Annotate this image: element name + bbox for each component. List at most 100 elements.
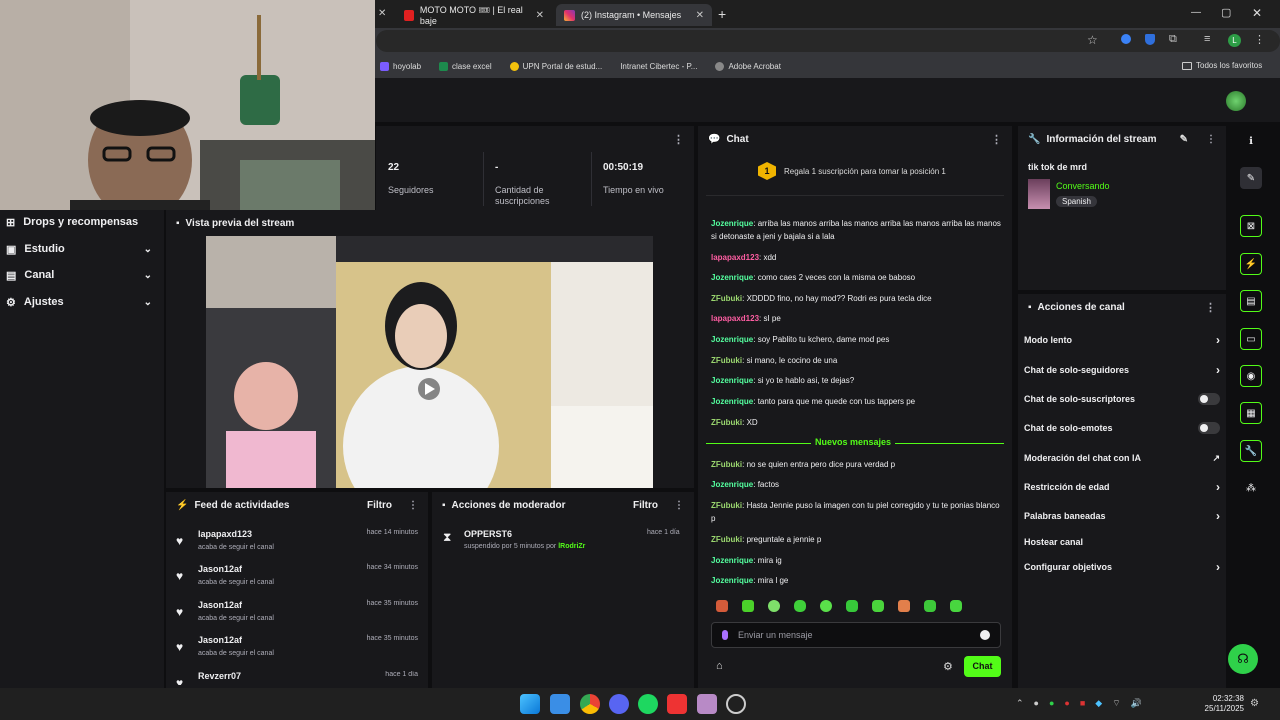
chat-menu-icon[interactable]: ⋮: [991, 133, 1002, 146]
emote-icon[interactable]: [846, 600, 858, 612]
action-emotes-only[interactable]: Chat de solo-emotes: [1024, 419, 1220, 437]
broadcast-icon[interactable]: ◉: [1240, 365, 1262, 387]
wifi-icon[interactable]: ⌔: [1112, 698, 1120, 710]
feed-item[interactable]: ♥ Jason12af acaba de seguir el canal hac…: [172, 600, 422, 634]
feed-menu-icon[interactable]: ⋮: [408, 500, 418, 511]
bookmark-upn[interactable]: UPN Portal de estud...: [509, 61, 602, 71]
discord-icon[interactable]: [609, 694, 629, 714]
chat-bubble-icon[interactable]: ▭: [1240, 328, 1262, 350]
chat-user[interactable]: Jozenrique: [711, 376, 753, 385]
stream-video[interactable]: [206, 236, 653, 488]
tab-instagram[interactable]: (2) Instagram • Mensajes ✕: [556, 4, 712, 26]
mod-menu-icon[interactable]: ⋮: [674, 500, 684, 511]
bookmark-clase-excel[interactable]: clase excel: [439, 61, 492, 71]
star-bookmark-icon[interactable]: ☆: [1087, 33, 1098, 47]
spotify-icon[interactable]: [638, 694, 658, 714]
file-explorer-icon[interactable]: [550, 694, 570, 714]
app-icon[interactable]: [697, 694, 717, 714]
media-icon[interactable]: ≡: [1204, 33, 1210, 45]
chat-send-button[interactable]: Chat: [964, 656, 1001, 677]
menu-kebab-icon[interactable]: ⋮: [1254, 33, 1265, 46]
profile-avatar[interactable]: L: [1228, 34, 1241, 47]
emote-icon[interactable]: [950, 600, 962, 612]
emote-icon[interactable]: [768, 600, 780, 612]
bookmark-hoyolab[interactable]: hoyolab: [380, 61, 421, 71]
mod-filter-button[interactable]: Filtro: [633, 500, 658, 511]
chat-user[interactable]: ZFubuki: [711, 501, 742, 510]
microphone-icon[interactable]: [722, 630, 728, 640]
emotes-only-toggle[interactable]: [1198, 422, 1220, 434]
chat-settings-icon[interactable]: ⚙: [943, 660, 953, 673]
chat-user[interactable]: lapapaxd123: [711, 314, 759, 323]
extensions-icon[interactable]: [1121, 34, 1131, 44]
emote-icon[interactable]: [924, 600, 936, 612]
emote-icon[interactable]: [898, 600, 910, 612]
bookmark-cibertec[interactable]: Intranet Cibertec - P...: [620, 62, 697, 71]
edit-pencil-icon[interactable]: ✎: [1180, 134, 1188, 145]
close-tab-icon[interactable]: ✕: [536, 10, 544, 21]
user-avatar[interactable]: [1226, 91, 1246, 111]
tray-app-icon[interactable]: ■: [1080, 698, 1085, 710]
tray-app-icon[interactable]: ●: [1049, 698, 1054, 710]
info-icon[interactable]: ℹ: [1240, 130, 1262, 152]
channel-actions-menu-icon[interactable]: ⋮: [1205, 301, 1216, 314]
stats-menu-icon[interactable]: ⋮: [673, 133, 684, 146]
language-tag[interactable]: Spanish: [1056, 196, 1097, 207]
chat-user[interactable]: ZFubuki: [711, 356, 742, 365]
feed-filter-button[interactable]: Filtro: [367, 500, 392, 511]
stream-category[interactable]: Conversando: [1056, 181, 1110, 191]
first-tab-close-button[interactable]: ✕: [378, 8, 386, 19]
bookmark-adobe[interactable]: Adobe Acrobat: [715, 61, 781, 71]
shield-extension-icon[interactable]: [1145, 34, 1155, 45]
feed-item[interactable]: ♥ Jason12af acaba de seguir el canal hac…: [172, 564, 422, 598]
mic-tray-icon[interactable]: ●: [1064, 698, 1069, 710]
chat-user[interactable]: ZFubuki: [711, 294, 742, 303]
chat-user[interactable]: Jozenrique: [711, 273, 753, 282]
nav-ajustes[interactable]: ⚙ Ajustes ⌄: [6, 291, 152, 313]
wrench-rail-icon[interactable]: 🔧: [1240, 440, 1262, 462]
document-icon[interactable]: ▤: [1240, 290, 1262, 312]
all-favorites[interactable]: Todos los favoritos: [1182, 61, 1262, 70]
nav-drops[interactable]: ⊞ Drops y recompensas: [6, 211, 152, 233]
action-goals[interactable]: Configurar objetivos ›: [1024, 558, 1220, 576]
emote-icon[interactable]: [716, 600, 728, 612]
maximize-button[interactable]: ▢: [1221, 6, 1231, 19]
subs-only-toggle[interactable]: [1198, 393, 1220, 405]
action-host-channel[interactable]: Hostear canal: [1024, 533, 1220, 551]
action-age-restriction[interactable]: Restricción de edad ›: [1024, 478, 1220, 496]
obs-icon[interactable]: [726, 694, 746, 714]
action-ai-moderation[interactable]: Moderación del chat con IA ↗: [1024, 449, 1220, 467]
emote-icon[interactable]: [742, 600, 754, 612]
chat-user[interactable]: ZFubuki: [711, 418, 742, 427]
action-banned-words[interactable]: Palabras baneadas ›: [1024, 507, 1220, 525]
notifications-icon[interactable]: ⚙: [1250, 698, 1259, 709]
crop-icon[interactable]: ⊠: [1240, 215, 1262, 237]
puzzle-icon[interactable]: ⧉: [1169, 33, 1177, 46]
emote-icon[interactable]: [794, 600, 806, 612]
nav-estudio[interactable]: ▣ Estudio ⌄: [6, 238, 152, 260]
chat-user[interactable]: ZFubuki: [711, 535, 742, 544]
stream-info-menu-icon[interactable]: ⋮: [1206, 134, 1216, 145]
chat-user[interactable]: Jozenrique: [711, 480, 753, 489]
feed-item[interactable]: ♥ Revzerr07 hace 1 día: [172, 671, 422, 685]
layout-icon[interactable]: ▦: [1240, 402, 1262, 424]
chevron-up-icon[interactable]: ⌃: [1016, 698, 1024, 710]
steam-icon[interactable]: ●: [1034, 698, 1039, 710]
tray-app-icon[interactable]: ◆: [1095, 698, 1102, 710]
youtube-icon[interactable]: [667, 694, 687, 714]
new-tab-button[interactable]: +: [718, 6, 726, 22]
clock[interactable]: 02:32:38 25/11/2025: [1196, 694, 1244, 714]
support-headset-button[interactable]: ☊: [1228, 644, 1258, 674]
chat-user[interactable]: Jozenrique: [711, 335, 753, 344]
chrome-icon[interactable]: [580, 694, 600, 714]
tray-icons[interactable]: ⌃ ● ● ● ■ ◆ ⌔ 🔊: [1016, 698, 1176, 710]
edit-icon[interactable]: ✎: [1240, 167, 1262, 189]
emoji-icon[interactable]: [980, 630, 990, 640]
store-icon[interactable]: ⌂: [716, 660, 723, 672]
close-tab-icon[interactable]: ✕: [696, 10, 704, 21]
chat-input[interactable]: Enviar un mensaje: [711, 622, 1001, 648]
chat-user[interactable]: lapapaxd123: [711, 253, 759, 262]
feed-item[interactable]: ♥ lapapaxd123 acaba de seguir el canal h…: [172, 529, 422, 563]
action-slow-mode[interactable]: Modo lento ›: [1024, 331, 1220, 349]
chat-user[interactable]: Jozenrique: [711, 219, 753, 228]
